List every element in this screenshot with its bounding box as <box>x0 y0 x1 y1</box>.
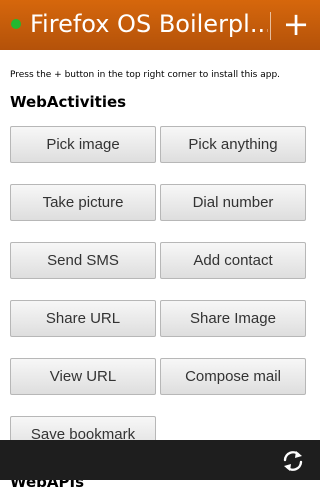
install-instructions: Press the + button in the top right corn… <box>10 70 281 80</box>
share-url-button[interactable]: Share URL <box>10 300 156 337</box>
install-button[interactable]: + <box>276 2 316 46</box>
send-sms-button[interactable]: Send SMS <box>10 242 156 279</box>
app-header: Firefox OS Boilerpl... + <box>0 0 320 50</box>
app-title: Firefox OS Boilerpl... <box>30 10 268 38</box>
take-picture-button[interactable]: Take picture <box>10 184 156 221</box>
pick-anything-button[interactable]: Pick anything <box>160 126 306 163</box>
dial-number-button[interactable]: Dial number <box>160 184 306 221</box>
pick-image-button[interactable]: Pick image <box>10 126 156 163</box>
section-title-webactivities: WebActivities <box>10 93 127 111</box>
share-image-button[interactable]: Share Image <box>160 300 306 337</box>
compose-mail-button[interactable]: Compose mail <box>160 358 306 395</box>
view-url-button[interactable]: View URL <box>10 358 156 395</box>
status-dot-icon <box>11 19 21 29</box>
header-divider <box>270 12 271 40</box>
bottom-toolbar <box>0 440 320 480</box>
add-contact-button[interactable]: Add contact <box>160 242 306 279</box>
reload-icon[interactable] <box>280 448 306 474</box>
